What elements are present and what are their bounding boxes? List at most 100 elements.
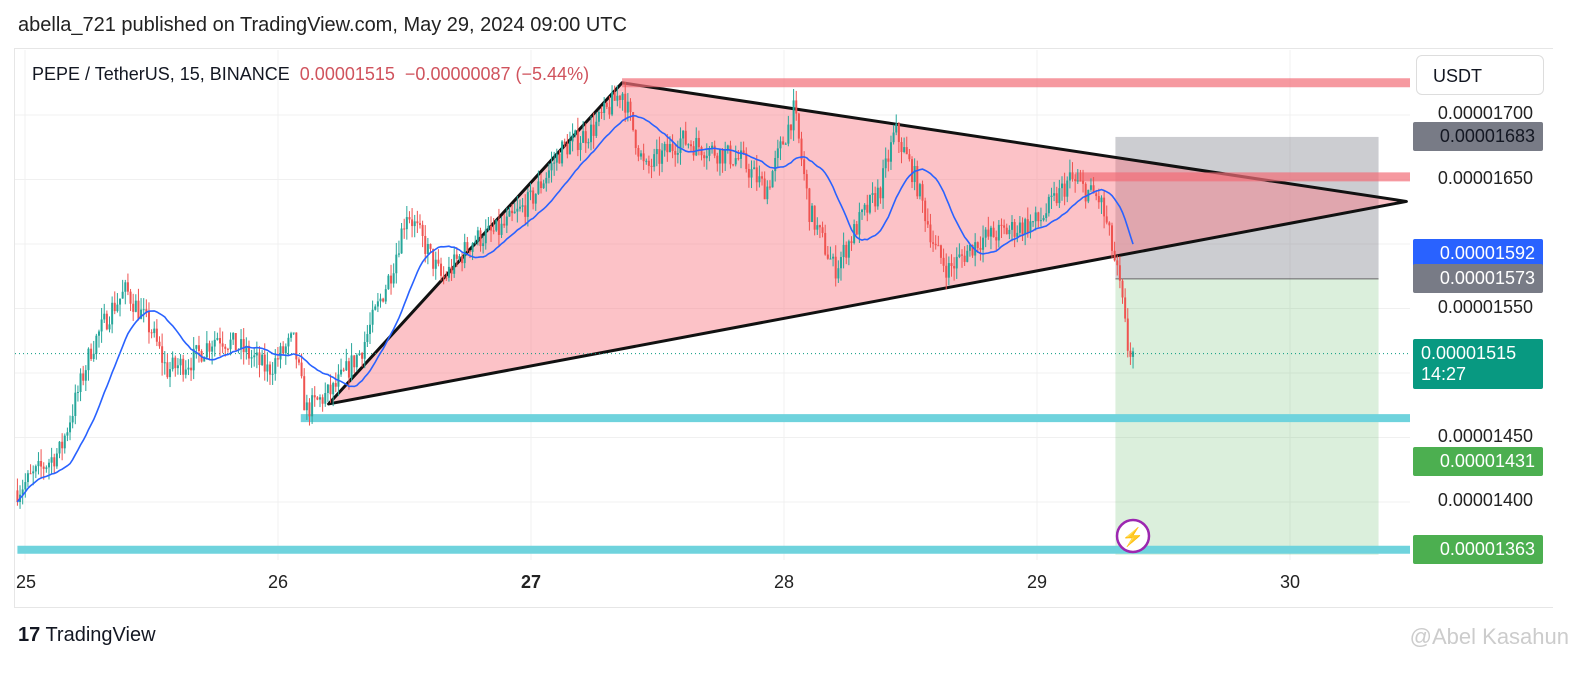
candle-body [111, 302, 114, 325]
candle-body [137, 300, 140, 319]
candle-body [1124, 297, 1127, 319]
candle-body [229, 339, 232, 350]
candle-body [963, 255, 966, 262]
candle-body [861, 209, 864, 213]
candle-body [947, 263, 950, 278]
candle-body [305, 402, 308, 411]
candle-body [542, 183, 545, 189]
candle-body [1008, 229, 1011, 235]
candle-body [576, 130, 579, 151]
tradingview-logo[interactable]: 17 TradingView [18, 624, 156, 647]
candle-body [953, 266, 956, 269]
price-label: 0.00001683 [1413, 121, 1543, 151]
candle-body [1039, 220, 1042, 222]
candle-body [371, 309, 374, 325]
candle-body [100, 319, 103, 332]
candle-body [116, 304, 119, 312]
candle-body [903, 147, 906, 153]
candle-body [992, 227, 995, 238]
candle-body [71, 416, 74, 423]
candle-body [158, 341, 161, 347]
candle-body [661, 150, 664, 164]
candle-body [558, 153, 561, 164]
candle-body [682, 130, 685, 139]
currency-selector[interactable]: USDT [1416, 55, 1544, 95]
candle-body [1100, 197, 1103, 203]
candle-body [653, 154, 656, 167]
candle-body [590, 124, 593, 143]
candle-body [768, 186, 771, 188]
candle-body [584, 131, 587, 144]
last-price: 0.00001515 [299, 64, 395, 84]
candle-body [29, 473, 32, 475]
candle-body [269, 364, 272, 375]
candle-body [795, 100, 798, 114]
candle-body [958, 254, 961, 257]
candle-body [347, 361, 350, 378]
candle-body [471, 243, 474, 252]
candle-body [671, 144, 674, 151]
candle-body [479, 230, 482, 247]
candle-body [416, 221, 419, 224]
candle-body [979, 247, 982, 250]
candle-body [976, 242, 979, 248]
price-tick: 0.00001400 [1437, 490, 1533, 510]
candle-body [232, 333, 235, 340]
candle-body [855, 224, 858, 235]
candle-body [929, 224, 932, 243]
candle-body [211, 346, 214, 352]
candle-body [150, 332, 153, 334]
candle-body [566, 143, 569, 155]
candle-body [674, 150, 677, 155]
candle-body [363, 341, 366, 359]
candle-body [234, 333, 237, 351]
candle-body [113, 302, 116, 312]
candle-body [216, 338, 219, 340]
chart-canvas[interactable]: ⚡ [0, 0, 1591, 676]
candle-body [763, 178, 766, 200]
price-tick: 0.00001550 [1437, 296, 1533, 317]
candle-body [713, 145, 716, 156]
time-tick: 27 [520, 572, 542, 592]
candle-body [1089, 185, 1092, 190]
candle-body [82, 373, 85, 381]
candle-body [616, 95, 619, 101]
candle-body [266, 364, 269, 372]
candle-body [121, 291, 124, 299]
candle-body [821, 227, 824, 233]
candle-body [911, 159, 914, 183]
candle-body [697, 137, 700, 148]
candle-body [863, 204, 866, 210]
candle-body [771, 171, 774, 188]
candle-body [679, 138, 682, 153]
candle-body [126, 282, 129, 292]
candle-body [219, 338, 222, 344]
candle-body [924, 200, 927, 222]
candle-body [866, 204, 869, 213]
candle-body [1084, 183, 1087, 202]
candle-body [1071, 172, 1074, 180]
candle-body [466, 242, 469, 251]
candle-body [1068, 172, 1071, 181]
candle-body [826, 254, 829, 259]
candle-body [55, 453, 58, 467]
candle-body [287, 337, 290, 347]
candle-body [1082, 180, 1085, 184]
candle-body [850, 241, 853, 244]
candle-body [626, 101, 629, 113]
candle-body [1118, 265, 1121, 281]
candle-body [384, 289, 387, 302]
candle-body [37, 460, 40, 467]
candle-body [961, 254, 964, 256]
candle-body [858, 212, 861, 235]
symbol-title[interactable]: PEPE / TetherUS, 15, BINANCE [32, 64, 290, 84]
candle-body [508, 210, 511, 217]
candle-body [424, 236, 427, 254]
candle-body [284, 346, 287, 354]
candle-body [774, 157, 777, 172]
candle-body [816, 225, 819, 230]
candle-body [766, 186, 769, 200]
candle-body [926, 221, 929, 225]
candle-body [513, 211, 516, 214]
price-change: −0.00000087 (−5.44%) [404, 64, 590, 84]
